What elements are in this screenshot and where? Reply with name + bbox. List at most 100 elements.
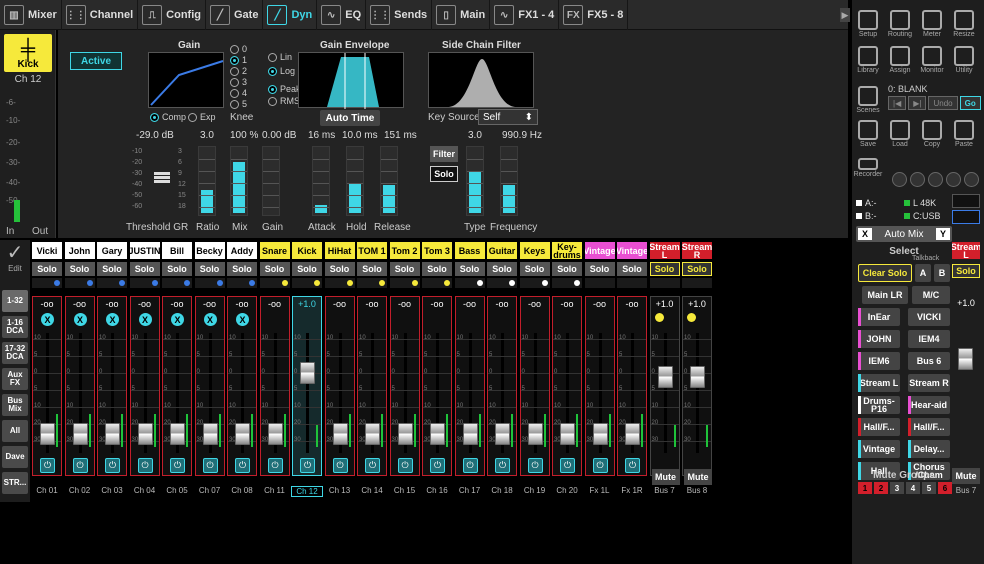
rms-radio[interactable]: RMS [268,96,300,106]
solo-button[interactable]: Solo [324,262,355,276]
fader-knob[interactable] [657,366,673,388]
fader-knob[interactable] [495,423,510,445]
tab-main[interactable]: ▯ Main [432,0,491,30]
utility-button[interactable]: Utility [948,44,980,78]
fader-knob[interactable] [202,423,218,445]
type-fader[interactable] [466,146,484,216]
fader-knob[interactable] [462,423,478,445]
route-button[interactable]: IEM4 [908,330,950,348]
meter-button[interactable]: Meter [916,8,948,42]
mute-x-icon[interactable]: X [203,313,217,326]
route-button[interactable]: InEar [858,308,900,326]
prev-scene-icon[interactable]: |◀ [888,96,907,110]
mute-button[interactable]: Mute [651,469,680,485]
route-button[interactable]: Drums-P16 [858,396,900,414]
channel-name[interactable]: Bass [454,242,485,259]
channel-name[interactable]: Stream L [649,242,680,259]
setup-button[interactable]: Setup [852,8,884,42]
main-lr-button[interactable]: Main LR [862,286,908,304]
mute-x-icon[interactable]: X [41,313,54,326]
channel-name[interactable]: Tom 2 [389,242,420,259]
attack-fader[interactable] [312,146,330,216]
fader-knob[interactable] [625,423,640,445]
exp-radio[interactable]: Exp [188,112,216,122]
mute-group-button[interactable]: 2 [874,482,888,494]
knee-radio-0[interactable]: 0 [230,44,247,54]
talkback-b-button[interactable]: B [934,264,950,282]
mute-group-button[interactable]: 3 [890,482,904,494]
next-scene-icon[interactable]: ▶| [908,96,927,110]
mini-strip-fader-knob[interactable] [958,348,973,370]
hold-fader[interactable] [346,146,364,216]
power-icon[interactable]: ⏻ [592,458,608,473]
frequency-fader[interactable] [500,146,518,216]
channel-name[interactable]: Keys [519,242,550,259]
fader-knob[interactable] [592,423,608,445]
solo-button[interactable]: Solo [682,262,712,276]
mc-button[interactable]: M/C [912,286,950,304]
knee-radio-4[interactable]: 4 [230,88,247,98]
fader-knob[interactable] [235,423,250,445]
ratio-fader[interactable] [198,146,216,216]
automix-y-button[interactable]: Y [936,228,950,240]
fader-knob[interactable] [40,423,55,445]
power-icon[interactable]: ⏻ [40,458,55,473]
route-button[interactable]: Stream L [858,374,900,392]
fader-knob[interactable] [105,423,120,445]
mute-x-icon[interactable]: X [106,313,119,326]
solo-button[interactable]: Solo [552,262,582,276]
power-icon[interactable]: ⏻ [300,458,315,473]
route-button[interactable]: Hear-aid [908,396,950,414]
channel-name[interactable]: Stream R [682,242,712,259]
go-button[interactable]: Go [959,96,981,110]
power-icon[interactable]: ⏻ [527,458,543,473]
mute-x-icon[interactable]: X [236,313,249,326]
power-icon[interactable]: ⏻ [105,458,120,473]
tab-eq[interactable]: ∿ EQ [317,0,367,30]
fader-knob[interactable] [365,423,380,445]
record-icon[interactable] [964,172,979,187]
forward-icon[interactable] [946,172,961,187]
tab-fx5-8[interactable]: FX FX5 - 8 [559,0,629,30]
mini-strip-solo[interactable]: Solo [952,264,980,278]
solo-button[interactable]: Solo [32,262,62,276]
release-fader[interactable] [380,146,398,216]
sc-filter-button[interactable]: Filter [430,146,458,162]
side-chain-filter-graph[interactable] [428,52,534,108]
power-icon[interactable]: ⏻ [332,458,348,473]
route-button[interactable]: Stream R [908,374,950,392]
tab-sends[interactable]: ⋮⋮ Sends [366,0,433,30]
fader-knob[interactable] [560,423,575,445]
clear-solo-button[interactable]: Clear Solo [858,264,912,282]
channel-name[interactable]: Key-drums [552,242,582,259]
tab-config[interactable]: ⎍ Config [138,0,206,30]
tab-fx1-4[interactable]: ∿ FX1 - 4 [490,0,560,30]
fader-knob[interactable] [72,423,88,445]
channel-name[interactable]: TOM 1 [357,242,387,259]
lin-radio[interactable]: Lin [268,52,292,62]
gain-fader[interactable] [262,146,280,216]
solo-button[interactable]: Solo [357,262,387,276]
power-icon[interactable]: ⏻ [397,458,413,473]
gain-envelope-graph[interactable] [298,52,404,109]
solo-button[interactable]: Solo [64,262,95,276]
power-icon[interactable]: ⏻ [365,458,380,473]
scenes-button[interactable]: Scenes [852,84,884,118]
knee-radio-2[interactable]: 2 [230,66,247,76]
solo-button[interactable]: Solo [584,262,615,276]
power-icon[interactable]: ⏻ [625,458,640,473]
solo-button[interactable]: Solo [487,262,517,276]
solo-button[interactable]: Solo [454,262,485,276]
fader-knob[interactable] [527,423,543,445]
knee-radio-1[interactable]: 1 [230,55,247,65]
gain-curve-graph[interactable] [148,52,224,108]
rewind-icon[interactable] [928,172,943,187]
tab-mixer[interactable]: ▥ Mixer [0,0,62,30]
log-radio[interactable]: Log [268,66,295,76]
tab-channel[interactable]: ⋮⋮ Channel [62,0,139,30]
fader-knob[interactable] [397,423,413,445]
nav-button-17-32-dca[interactable]: 17-32 DCA [2,342,28,364]
power-icon[interactable]: ⏻ [430,458,445,473]
copy-button[interactable]: Copy [916,118,948,152]
route-button[interactable]: Hall/F... [858,418,900,436]
